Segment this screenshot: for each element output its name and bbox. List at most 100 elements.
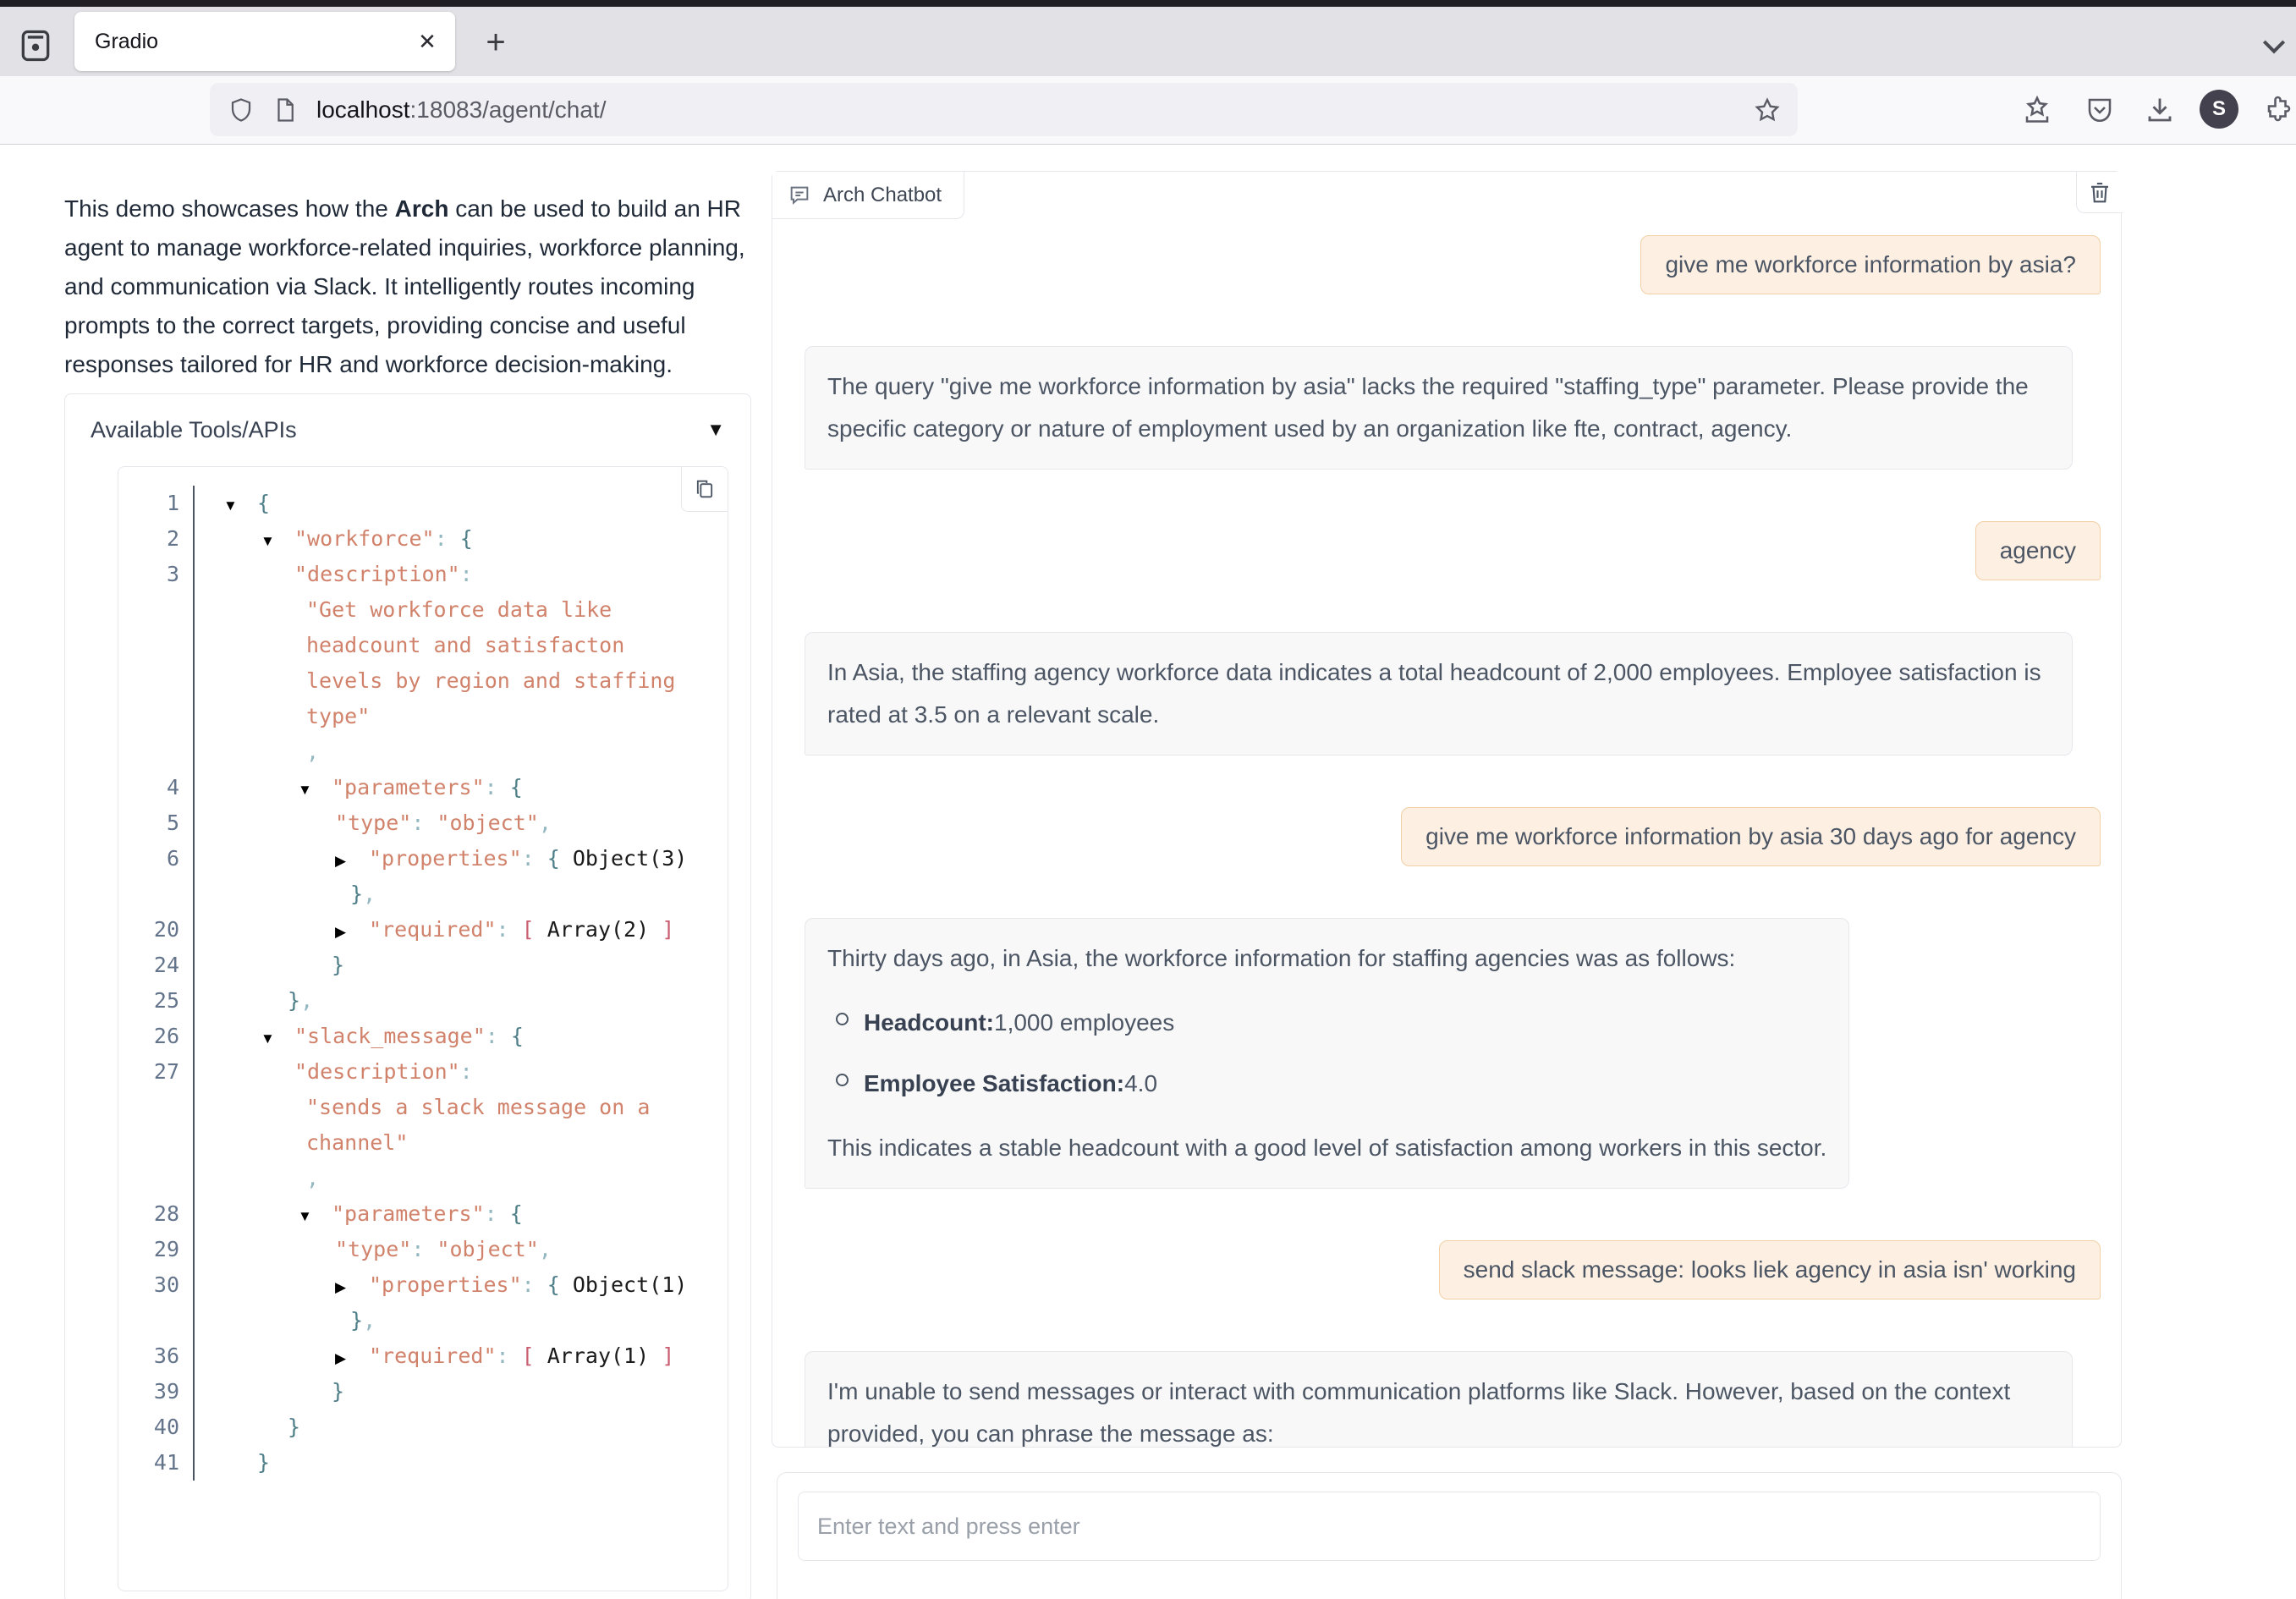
pocket-icon[interactable] [2085,95,2115,125]
code-token: : [522,1272,547,1297]
chat-message-row: give me workforce information by asia? [805,235,2101,294]
line-number: 25 [118,983,195,1019]
line-number: 29 [118,1232,195,1267]
code-token[interactable]: Array(2) [547,917,649,942]
code-token: : [460,562,473,586]
code-token[interactable]: Object(1) [573,1272,687,1297]
line-number: 1 [118,486,195,521]
new-tab-button[interactable]: + [479,25,513,59]
shield-icon[interactable] [228,97,254,123]
chatbot-label: Arch Chatbot [772,172,964,219]
code-line: 29"type": "object", [118,1232,728,1267]
account-avatar[interactable]: S [2200,90,2238,129]
code-token[interactable]: Object(3) [573,846,687,871]
accordion-caret-icon: ▼ [706,419,725,441]
code-line: 6▶"properties": { Object(3) [118,841,728,876]
line-number: 4 [118,770,195,805]
downloads-icon[interactable] [2145,95,2175,125]
bullet-item: Employee Satisfaction: 4.0 [836,1063,1826,1105]
code-token: "sends a slack message on a [306,1095,650,1119]
code-token: "description" [294,1059,460,1084]
bullet-dot-icon [836,1074,849,1086]
collapse-triangle-icon[interactable]: ▼ [261,524,294,559]
code-token: type" [306,704,370,728]
bookmark-star-icon[interactable] [1754,96,1781,124]
code-token: [ [522,1343,547,1368]
tools-accordion-header[interactable]: Available Tools/APIs ▼ [65,394,750,465]
expand-triangle-icon[interactable]: ▶ [335,1341,369,1376]
line-number: 27 [118,1054,195,1090]
code-line: 1 ▼{ [118,486,728,521]
code-token: "object" [437,1237,538,1261]
code-token: [ [522,917,547,942]
code-token: "object" [437,810,538,835]
code-line: }, [118,1303,728,1338]
code-token: headcount and satisfacton [306,633,624,657]
demo-description: This demo showcases how the Arch can be … [64,190,756,384]
code-token: , [306,739,319,764]
code-token: "properties" [369,846,522,871]
code-token: { [510,775,523,800]
expand-triangle-icon[interactable]: ▶ [335,1270,369,1305]
collapse-triangle-icon[interactable]: ▼ [298,772,332,808]
list-tabs-chevron-icon[interactable] [2257,29,2291,63]
bullet-label: Employee Satisfaction: [864,1063,1124,1105]
collapse-triangle-icon[interactable]: ▼ [223,488,257,524]
tab-close-icon[interactable]: ✕ [413,27,442,56]
code-token: { [257,491,270,515]
expand-triangle-icon[interactable]: ▶ [335,915,369,950]
code-line: , [118,1161,728,1196]
line-number: 26 [118,1019,195,1054]
code-token: "properties" [369,1272,522,1297]
code-token: "Get workforce data like [306,597,612,622]
json-viewer: 1▼{2▼"workforce": {3"description":"Get w… [118,466,728,1591]
user-message-bubble: send slack message: looks liek agency in… [1439,1240,2101,1300]
code-token: } [350,1308,363,1332]
code-token: "type" [335,1237,411,1261]
code-token: "description" [294,562,460,586]
firefox-view-icon[interactable] [17,27,54,64]
navigation-bar: localhost:18083/agent/chat/ S [0,76,2296,145]
browser-window: Gradio ✕ + localhost:18083/agent/chat/ [0,0,2296,1599]
url-bar[interactable]: localhost:18083/agent/chat/ [210,83,1798,136]
code-token[interactable]: Array(1) [547,1343,649,1368]
code-token: } [332,953,344,977]
code-line: headcount and satisfacton [118,628,728,663]
clear-chat-button[interactable] [2076,172,2123,213]
chat-messages[interactable]: give me workforce information by asia? Th… [772,172,2121,1447]
line-number: 2 [118,521,195,557]
bot-paragraph: In Asia, the staffing agency workforce d… [827,651,2050,736]
bullet-dot-icon [836,1013,849,1025]
code-token: : [460,1059,473,1084]
browser-tab[interactable]: Gradio ✕ [74,12,455,71]
tools-accordion: Available Tools/APIs ▼ 1▼{2▼"workforce":… [64,393,751,1599]
json-code: 1▼{2▼"workforce": {3"description":"Get w… [118,486,728,1481]
page-info-icon[interactable] [272,97,298,123]
code-token: : [497,917,522,942]
code-line: 5"type": "object", [118,805,728,841]
bot-paragraph: I'm unable to send messages or interact … [827,1371,2050,1448]
bullet-value: 1,000 employees [994,1002,1174,1044]
code-token: "parameters" [332,1201,485,1226]
code-line: 24} [118,948,728,983]
bullet-item: Headcount: 1,000 employees [836,1002,1826,1044]
code-token: : [497,1343,522,1368]
user-message-bubble: give me workforce information by asia 30… [1401,807,2101,866]
chat-message-row: I'm unable to send messages or interact … [805,1351,2101,1448]
extensions-puzzle-icon[interactable] [2264,95,2294,125]
bookmarks-menu-icon[interactable] [2022,95,2052,125]
expand-triangle-icon[interactable]: ▶ [335,843,369,879]
code-token: { [511,1024,524,1048]
tab-title: Gradio [95,30,413,54]
line-number: 5 [118,805,195,841]
line-number: 6 [118,841,195,876]
code-line: 39} [118,1374,728,1409]
code-token: : [486,1024,511,1048]
code-token: } [332,1379,344,1404]
collapse-triangle-icon[interactable]: ▼ [298,1199,332,1234]
chat-input[interactable]: Enter text and press enter [798,1492,2101,1561]
collapse-triangle-icon[interactable]: ▼ [261,1021,294,1057]
code-token: , [300,988,313,1013]
chat-message-row: Thirty days ago, in Asia, the workforce … [805,918,2101,1189]
code-token: levels by region and staffing [306,668,676,693]
